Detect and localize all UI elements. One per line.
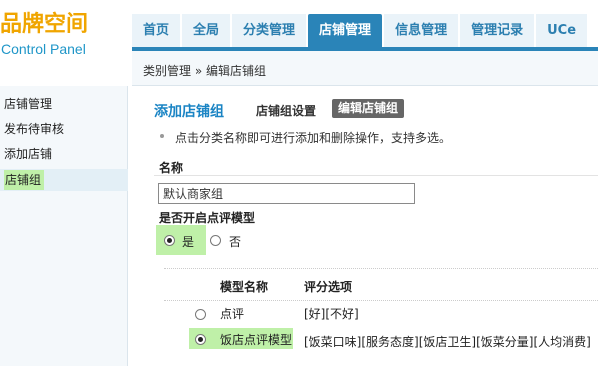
main-content: 添加店铺组 店铺组设置 编辑店铺组 点击分类名称即可进行添加和删除操作，支持多选…: [132, 87, 598, 366]
radio-yes-label[interactable]: 是: [182, 233, 194, 250]
radio-no[interactable]: [210, 235, 221, 246]
tab-home[interactable]: 首页: [132, 14, 181, 47]
logo-title: 品牌空间: [0, 12, 89, 37]
sidebar-item-shop-manage[interactable]: 店铺管理: [4, 94, 52, 114]
radio-model-restaurant[interactable]: [195, 334, 206, 345]
review-model-label: 是否开启点评模型: [159, 211, 256, 225]
header: 品牌空间 Control Panel 首页 全局 分类管理 店铺管理 信息管理 …: [0, 0, 598, 57]
model-options-restaurant: [饭菜口味][服务态度][饭店卫生][饭菜分量][人均消费]: [304, 335, 591, 349]
sidebar-item-add-shop[interactable]: 添加店铺: [4, 144, 52, 164]
top-nav: 首页 全局 分类管理 店铺管理 信息管理 管理记录 UCe: [132, 14, 589, 47]
radio-no-label[interactable]: 否: [229, 233, 241, 250]
breadcrumb: 类别管理 » 编辑店铺组: [143, 64, 266, 78]
page-title: 添加店铺组: [154, 104, 224, 120]
sidebar-item-shop-group[interactable]: 店铺组: [4, 170, 45, 190]
model-name-review[interactable]: 点评: [220, 305, 244, 322]
tab-shop[interactable]: 店铺管理: [308, 14, 383, 47]
subtab-edit-group[interactable]: 编辑店铺组: [332, 99, 405, 118]
logo: 品牌空间 Control Panel: [0, 0, 132, 62]
logo-subtitle: Control Panel: [1, 41, 86, 57]
tab-logs[interactable]: 管理记录: [460, 14, 535, 47]
model-options-review: [好][不好]: [304, 307, 359, 321]
breadcrumb-bar: 类别管理 » 编辑店铺组: [132, 51, 598, 86]
sidebar: 店铺管理 发布待审核 添加店铺 店铺组: [0, 86, 128, 366]
tab-category[interactable]: 分类管理: [232, 14, 307, 47]
tab-info[interactable]: 信息管理: [384, 14, 459, 47]
column-header-rating-options: 评分选项: [304, 280, 353, 294]
bullet-icon: [160, 134, 164, 138]
subtab-group-settings[interactable]: 店铺组设置: [256, 102, 316, 119]
name-input[interactable]: [158, 183, 415, 204]
column-header-model-name: 模型名称: [220, 280, 269, 294]
radio-yes[interactable]: [164, 235, 175, 246]
divider: [154, 175, 598, 176]
tab-global[interactable]: 全局: [182, 14, 231, 47]
hint-text: 点击分类名称即可进行添加和删除操作，支持多选。: [175, 131, 452, 145]
sidebar-item-pending-review[interactable]: 发布待审核: [4, 119, 64, 139]
radio-model-review[interactable]: [195, 309, 206, 320]
name-label: 名称: [159, 161, 184, 175]
tab-ucenter[interactable]: UCe: [536, 14, 588, 47]
model-name-restaurant[interactable]: 饭店点评模型: [220, 331, 292, 348]
row-divider: [164, 300, 598, 301]
